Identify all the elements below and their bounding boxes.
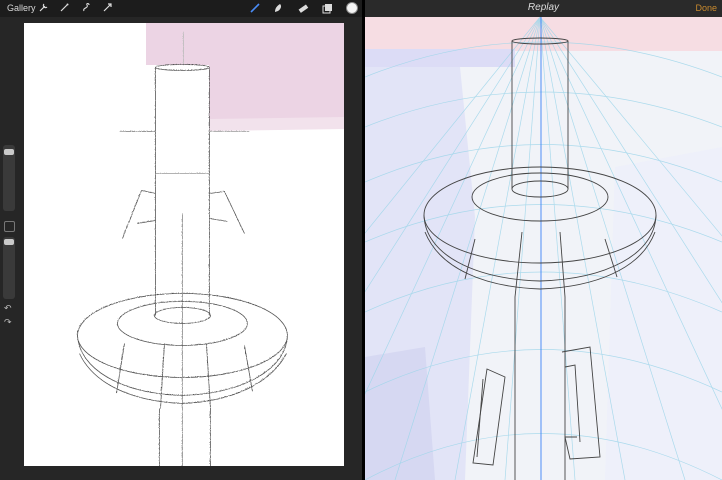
sidebar: ↶ ↷: [3, 145, 15, 330]
wrench-icon[interactable]: [37, 2, 50, 15]
opacity-knob[interactable]: [4, 239, 14, 245]
editor-toolbar: Gallery: [0, 0, 362, 17]
eraser-icon[interactable]: [296, 2, 309, 15]
brush-size-slider[interactable]: [3, 145, 15, 211]
replay-toolbar: Replay Done: [365, 0, 722, 17]
brush-icon[interactable]: [248, 2, 261, 15]
gallery-button[interactable]: Gallery: [7, 3, 36, 13]
selection-icon[interactable]: [80, 2, 93, 15]
replay-pane: Replay Done: [365, 0, 722, 480]
pink-paint-stroke: [146, 23, 344, 121]
magic-wand-icon[interactable]: [58, 2, 71, 15]
smudge-icon[interactable]: [271, 2, 284, 15]
opacity-slider[interactable]: [3, 237, 15, 299]
replay-title: Replay: [527, 2, 560, 13]
brush-size-knob[interactable]: [4, 149, 14, 155]
transform-icon[interactable]: [101, 2, 114, 15]
replay-canvas: [365, 17, 722, 480]
editor-pane: Gallery ↶ ↷: [0, 0, 362, 480]
drawing-canvas[interactable]: [24, 23, 344, 466]
redo-icon[interactable]: ↷: [4, 317, 12, 328]
color-picker-button[interactable]: [346, 2, 358, 14]
sketch-drawing: [76, 23, 344, 466]
done-button[interactable]: Done: [695, 3, 717, 13]
layers-icon[interactable]: [320, 2, 333, 15]
modify-button[interactable]: [4, 221, 15, 232]
replay-drawing: [365, 17, 722, 480]
undo-icon[interactable]: ↶: [4, 303, 12, 314]
